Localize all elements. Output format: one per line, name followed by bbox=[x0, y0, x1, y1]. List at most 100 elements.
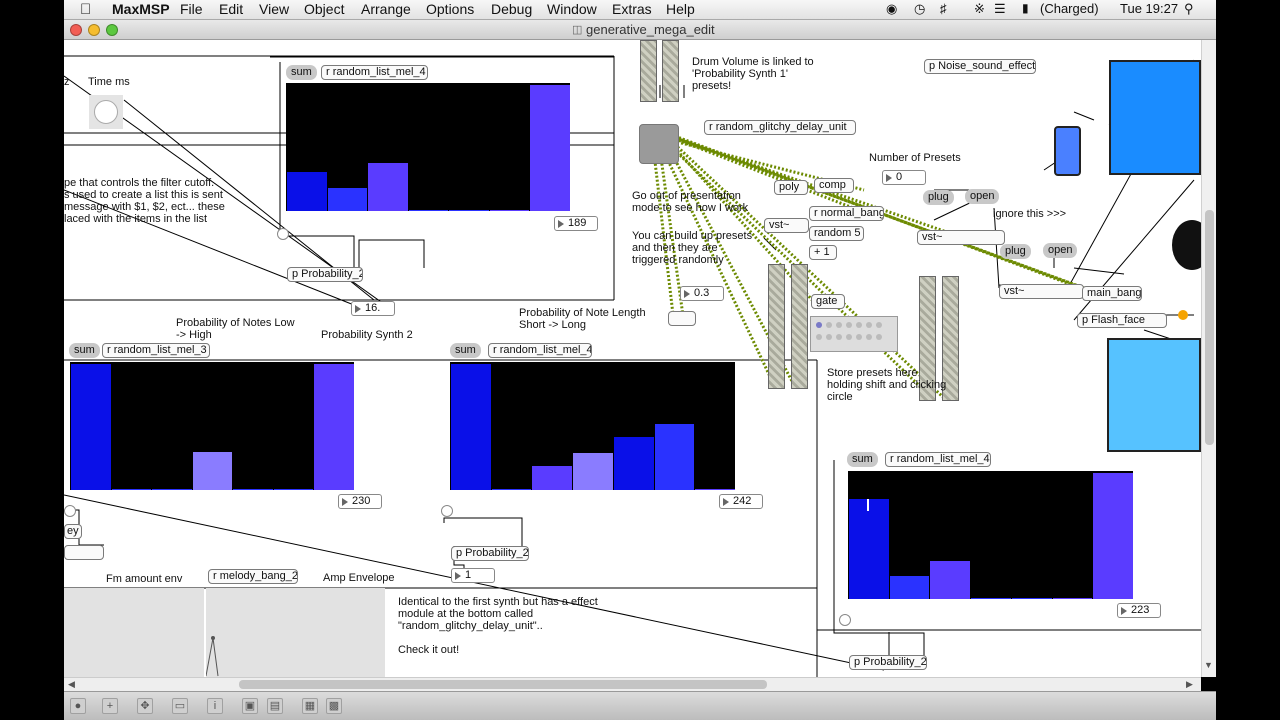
slider-bar[interactable] bbox=[368, 163, 408, 211]
receive-random-list-mel-4[interactable]: r random_list_mel_4 bbox=[321, 65, 428, 80]
p-flash-face[interactable]: p Flash_face bbox=[1077, 313, 1167, 328]
number-box-1[interactable]: 1 bbox=[451, 568, 495, 583]
plus-1-object[interactable]: + 1 bbox=[809, 245, 837, 260]
menu-options[interactable]: Options bbox=[426, 1, 474, 17]
open-message-a[interactable]: open bbox=[965, 189, 1000, 204]
add-object-icon[interactable]: + bbox=[102, 698, 118, 714]
p-probability-mid[interactable]: p Probability_2 bbox=[451, 546, 529, 561]
menu-extras[interactable]: Extras bbox=[612, 1, 652, 17]
slider-bar[interactable] bbox=[530, 85, 570, 211]
toggle-left[interactable] bbox=[64, 505, 76, 517]
main-bang-object[interactable]: main_bang bbox=[1082, 286, 1142, 301]
small-object[interactable] bbox=[668, 311, 696, 326]
menu-object[interactable]: Object bbox=[304, 1, 344, 17]
menu-arrange[interactable]: Arrange bbox=[361, 1, 411, 17]
vertical-scroll-thumb[interactable] bbox=[1205, 210, 1214, 445]
open-message-b[interactable]: open bbox=[1043, 243, 1078, 258]
vst-object-b[interactable]: vst~ bbox=[917, 230, 1005, 245]
slider-bar[interactable] bbox=[489, 210, 530, 211]
toggle-top[interactable] bbox=[277, 228, 289, 240]
p-probability-top[interactable]: p Probability_2 bbox=[287, 267, 363, 282]
toggle-right[interactable] bbox=[839, 614, 851, 626]
number-box-0-3[interactable]: 0.3 bbox=[680, 286, 724, 301]
sum-message[interactable]: sum bbox=[69, 343, 100, 358]
app-menu[interactable]: MaxMSP bbox=[112, 1, 170, 17]
preset-object[interactable] bbox=[810, 316, 898, 352]
sum-message[interactable]: sum bbox=[847, 452, 878, 467]
vertical-scrollbar[interactable]: ▼ bbox=[1201, 40, 1216, 677]
menu-debug[interactable]: Debug bbox=[491, 1, 532, 17]
p-probability-right[interactable]: p Probability_2 bbox=[849, 655, 927, 670]
synth-slider-2[interactable] bbox=[791, 264, 808, 389]
horizontal-scrollbar[interactable]: ◀ ▶ bbox=[64, 677, 1201, 691]
close-button[interactable] bbox=[70, 24, 82, 36]
screen-icon[interactable]: ▭ bbox=[172, 698, 188, 714]
lcd-face-small[interactable] bbox=[1054, 126, 1081, 176]
menu-file[interactable]: File bbox=[180, 1, 203, 17]
info-icon[interactable]: i bbox=[207, 698, 223, 714]
slider-bar[interactable] bbox=[889, 576, 930, 599]
number-box-223[interactable]: 223 bbox=[1117, 603, 1161, 618]
slider-bar[interactable] bbox=[111, 489, 152, 490]
bluetooth-icon[interactable]: ※ bbox=[974, 1, 985, 17]
apple-icon[interactable]:  bbox=[80, 1, 91, 18]
zoom-button[interactable] bbox=[106, 24, 118, 36]
wifi-icon[interactable]: ☰ bbox=[994, 1, 1006, 17]
plug-message-a[interactable]: plug bbox=[923, 190, 954, 205]
move-icon[interactable]: ✥ bbox=[137, 698, 153, 714]
menu-clock[interactable]: Tue 19:27 bbox=[1120, 1, 1178, 16]
random-5-object[interactable]: random 5 bbox=[809, 226, 864, 241]
receive-random-list-mel-4[interactable]: r random_list_mel_4 bbox=[488, 343, 592, 358]
volume-icon[interactable]: ♯ bbox=[940, 1, 947, 16]
slider-bar[interactable] bbox=[971, 598, 1011, 599]
scroll-right-arrow-icon[interactable]: ▶ bbox=[1186, 679, 1193, 690]
receive-melody-bang[interactable]: r melody_bang_2 bbox=[208, 569, 298, 584]
slider-bar[interactable] bbox=[654, 424, 695, 490]
slider-bar[interactable] bbox=[314, 364, 354, 490]
multislider-left[interactable] bbox=[70, 362, 354, 490]
preset-button[interactable] bbox=[639, 124, 679, 164]
lock-icon[interactable]: ● bbox=[70, 698, 86, 714]
menu-view[interactable]: View bbox=[259, 1, 289, 17]
slider-bar[interactable] bbox=[930, 561, 971, 599]
status-icon-1[interactable]: ◉ bbox=[886, 1, 897, 17]
battery-icon[interactable]: ▮ bbox=[1022, 1, 1029, 15]
left-empty-object[interactable] bbox=[64, 545, 104, 560]
slider-bar[interactable] bbox=[451, 364, 491, 490]
scroll-left-arrow-icon[interactable]: ◀ bbox=[68, 679, 75, 690]
layers-icon[interactable]: ▤ bbox=[267, 698, 283, 714]
fm-envelope-function[interactable] bbox=[64, 588, 204, 677]
amp-envelope-function[interactable] bbox=[205, 588, 385, 677]
slider-bar[interactable] bbox=[1011, 598, 1052, 599]
receive-glitchy-delay[interactable]: r random_glitchy_delay_unit bbox=[704, 120, 856, 135]
slider-bar[interactable] bbox=[613, 437, 654, 490]
multislider-top[interactable] bbox=[286, 83, 570, 211]
synth-slider-1[interactable] bbox=[768, 264, 785, 389]
toggle-mid[interactable] bbox=[441, 505, 453, 517]
slider-bar[interactable] bbox=[327, 188, 368, 211]
patcher-canvas[interactable]: z Time ms pe that controls the filter cu… bbox=[64, 40, 1201, 677]
plug-message-b[interactable]: plug bbox=[1000, 244, 1031, 259]
scroll-down-arrow-icon[interactable]: ▼ bbox=[1204, 660, 1213, 670]
menu-edit[interactable]: Edit bbox=[219, 1, 243, 17]
vst-object-c[interactable]: vst~ bbox=[999, 284, 1084, 299]
poly-object[interactable]: poly bbox=[774, 180, 808, 195]
receive-normal-bang[interactable]: r normal_bang bbox=[809, 206, 884, 221]
vst-object-a[interactable]: vst~ bbox=[764, 218, 809, 233]
number-box-0[interactable]: 0 bbox=[882, 170, 926, 185]
snap-icon[interactable]: ▩ bbox=[326, 698, 342, 714]
spotlight-search-icon[interactable]: ⚲ bbox=[1184, 1, 1194, 17]
receive-random-list-mel-3[interactable]: r random_list_mel_3 bbox=[102, 343, 210, 358]
menu-help[interactable]: Help bbox=[666, 1, 695, 17]
number-box-16[interactable]: 16. bbox=[351, 301, 395, 316]
gate-object[interactable]: gate bbox=[811, 294, 845, 309]
slider-bar[interactable] bbox=[152, 489, 192, 490]
minimize-button[interactable] bbox=[88, 24, 100, 36]
slider-bar[interactable] bbox=[491, 489, 532, 490]
battery-status[interactable]: (Charged) bbox=[1040, 1, 1099, 16]
receive-random-list-mel-4[interactable]: r random_list_mel_4 bbox=[885, 452, 991, 467]
slider-bar[interactable] bbox=[408, 210, 449, 211]
p-noise-sound-effect[interactable]: p Noise_sound_effect bbox=[924, 59, 1036, 74]
window-icon[interactable]: ▣ bbox=[242, 698, 258, 714]
grid-icon[interactable]: ▦ bbox=[302, 698, 318, 714]
